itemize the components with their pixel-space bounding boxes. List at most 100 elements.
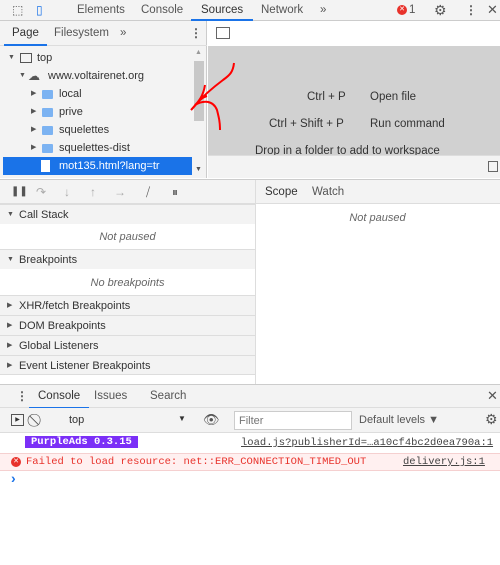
toggle-navigator-icon[interactable] <box>216 27 230 39</box>
tree-item-top[interactable]: ▼ top <box>0 49 193 67</box>
drawer-tab-console[interactable]: Console <box>29 386 90 409</box>
console-prompt[interactable]: › <box>11 470 16 486</box>
section-dom-breakpoints[interactable]: ▶ DOM Breakpoints <box>0 315 255 335</box>
console-message-log: PurpleAds 0.3.15 load.js?publisherId=…a1… <box>0 433 500 453</box>
tab-network[interactable]: Network <box>261 0 303 21</box>
devtools-tab-bar: ⬚ ▯ Elements Console Sources Network » ✕… <box>0 0 500 21</box>
tab-elements[interactable]: Elements <box>77 0 125 21</box>
filter-input[interactable] <box>234 411 352 430</box>
shortcut-keys: Ctrl + Shift + P <box>269 118 344 130</box>
console-settings-icon[interactable]: ⚙ <box>485 409 498 429</box>
section-event-listener-breakpoints[interactable]: ▶ Event Listener Breakpoints <box>0 355 255 375</box>
settings-gear-icon[interactable]: ⚙ <box>434 0 447 20</box>
folder-icon <box>42 144 53 153</box>
tree-label: www.voltairenet.org <box>48 70 144 82</box>
more-navigator-tabs[interactable]: » <box>120 23 126 44</box>
chevron-down-icon[interactable]: ▼ <box>178 414 186 423</box>
section-title: Call Stack <box>19 209 69 221</box>
error-text: Failed to load resource: net::ERR_CONNEC… <box>26 456 367 468</box>
tree-label: top <box>37 52 53 64</box>
navigator-tabs: Page Filesystem » ⋮ <box>0 21 207 46</box>
scroll-down-icon[interactable]: ▼ <box>195 166 202 173</box>
section-xhr-breakpoints[interactable]: ▶ XHR/fetch Breakpoints <box>0 295 255 315</box>
tab-scope[interactable]: Scope <box>265 182 298 203</box>
scroll-up-icon[interactable]: ▲ <box>195 49 202 56</box>
device-toolbar-icon[interactable]: ▯ <box>36 0 43 20</box>
tab-watch[interactable]: Watch <box>312 182 344 203</box>
section-breakpoints[interactable]: ▼ Breakpoints <box>0 249 255 269</box>
shortcut-action: Run command <box>370 118 445 130</box>
log-levels-select[interactable]: Default levels ▼ <box>359 414 439 426</box>
step-into-icon[interactable]: ↓ <box>64 182 70 202</box>
tree-item-file-selected[interactable]: mot135.html?lang=tr <box>3 157 192 175</box>
tree-label: mot135.html?lang=tr <box>59 160 160 172</box>
folder-icon <box>42 126 53 135</box>
section-call-stack[interactable]: ▼ Call Stack <box>0 204 255 224</box>
context-select[interactable]: top <box>69 414 84 426</box>
tree-item-folder[interactable]: ▶ local <box>0 85 193 103</box>
drawer-tab-issues[interactable]: Issues <box>94 386 127 407</box>
section-title: Event Listener Breakpoints <box>19 360 151 372</box>
drawer-menu-icon[interactable]: ⋮ <box>16 386 28 406</box>
frame-icon <box>20 53 32 63</box>
close-icon[interactable]: ✕ <box>487 0 498 20</box>
eye-icon[interactable]: 👁 <box>203 410 220 430</box>
step-over-icon[interactable]: ↷ <box>36 182 46 202</box>
debugger-toolbar: ❚❚ ↷ ↓ ↑ → ⧸ ⏸ Scope Watch <box>0 179 500 204</box>
pause-icon[interactable]: ❚❚ <box>11 182 28 202</box>
editor-footer <box>208 155 500 178</box>
section-title: XHR/fetch Breakpoints <box>19 300 131 312</box>
error-icon: ✕ <box>11 457 21 467</box>
sidebar-tabs: Scope Watch <box>255 180 500 204</box>
tree-item-folder[interactable]: ▶ squelettes-dist <box>0 139 193 157</box>
editor-placeholder: Ctrl + P Open file Ctrl + Shift + P Run … <box>208 46 500 155</box>
shortcut-action: Open file <box>370 91 417 103</box>
console-toolbar: ▶ ⃠ top ▼ 👁 Default levels ▼ ⚙ <box>0 408 500 433</box>
shortcut-keys: Ctrl + P <box>307 91 346 103</box>
show-sidebar-icon[interactable]: ▶ <box>11 414 24 426</box>
purpleads-badge: PurpleAds 0.3.15 <box>25 436 138 448</box>
deactivate-breakpoints-icon[interactable]: ⧸ <box>146 182 150 202</box>
more-options-icon[interactable]: ⋮ <box>465 0 477 20</box>
section-title: Breakpoints <box>19 254 78 266</box>
divider <box>255 204 256 384</box>
source-link[interactable]: delivery.js:1 <box>403 456 485 468</box>
navigator-menu-icon[interactable]: ⋮ <box>190 23 202 43</box>
cloud-icon: ☁ <box>28 69 40 83</box>
tab-page[interactable]: Page <box>4 23 47 46</box>
call-stack-empty: Not paused <box>99 231 156 243</box>
section-title: DOM Breakpoints <box>19 320 106 332</box>
error-icon[interactable]: ✕ <box>397 5 407 15</box>
more-tabs-button[interactable]: » <box>320 0 326 21</box>
breakpoints-empty: No breakpoints <box>90 277 165 289</box>
folder-icon <box>42 108 53 117</box>
tree-item-folder[interactable]: ▶ squelettes <box>0 121 193 139</box>
tab-console[interactable]: Console <box>141 0 183 21</box>
navigator-panel: Page Filesystem » ⋮ ▼ top ▼ ☁ www.voltairen… <box>0 21 207 178</box>
source-link[interactable]: load.js?publisherId=…a10cf4bc2d0ea790a:1 <box>241 437 493 449</box>
close-drawer-icon[interactable]: ✕ <box>487 386 498 406</box>
tree-label: prive <box>59 106 83 118</box>
section-title: Global Listeners <box>19 340 99 352</box>
toggle-debugger-icon[interactable] <box>488 161 498 172</box>
tree-item-domain[interactable]: ▼ ☁ www.voltairenet.org <box>0 67 193 85</box>
drawer-tab-search[interactable]: Search <box>150 386 186 407</box>
inspect-element-icon[interactable]: ⬚ <box>12 0 23 20</box>
tab-filesystem[interactable]: Filesystem <box>54 23 109 44</box>
folder-icon <box>42 90 53 99</box>
tree-label: local <box>59 88 82 100</box>
step-icon[interactable]: → <box>114 182 126 202</box>
tab-sources[interactable]: Sources <box>191 0 254 21</box>
tree-item-folder[interactable]: ▶ prive <box>0 103 193 121</box>
section-global-listeners[interactable]: ▶ Global Listeners <box>0 335 255 355</box>
error-count[interactable]: 1 <box>409 0 415 21</box>
scope-empty: Not paused <box>349 212 406 224</box>
tree-label: squelettes-dist <box>59 142 130 154</box>
file-icon <box>41 160 50 172</box>
pause-on-exceptions-icon[interactable]: ⏸ <box>172 182 178 202</box>
step-out-icon[interactable]: ↑ <box>90 182 96 202</box>
drop-hint: Drop in a folder to add to workspace <box>255 145 440 155</box>
tree-label: squelettes <box>59 124 110 136</box>
red-annotation-scribble <box>190 62 235 131</box>
console-message-error: ✕ Failed to load resource: net::ERR_CONN… <box>0 453 500 471</box>
